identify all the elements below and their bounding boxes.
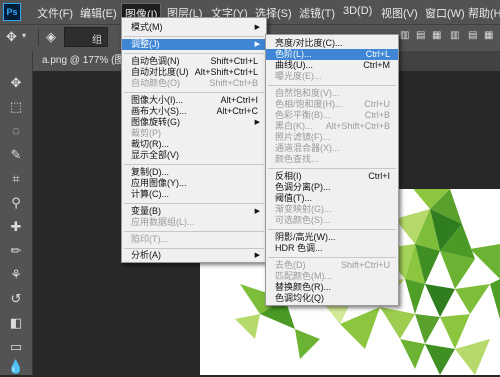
menu-item-crop[interactable]: 裁剪(P) (122, 128, 266, 139)
menu-item-hue-saturation[interactable]: 色相/饱和度(H)... Ctrl+U (266, 99, 398, 110)
menu-item-color-lookup[interactable]: 颜色查找... (266, 154, 398, 165)
menu-item-black-white[interactable]: 黑白(K)... Alt+Shift+Ctrl+B (266, 121, 398, 132)
divider (38, 28, 39, 46)
menu-view[interactable]: 视图(V) (381, 5, 418, 21)
distribute-icon[interactable]: ▤ (468, 30, 477, 41)
menu-item-image-size[interactable]: 图像大小(I)... Alt+Ctrl+I (122, 95, 266, 106)
crop-tool-icon[interactable]: ⌗ (6, 169, 26, 189)
menu-item-shadows-highlights[interactable]: 阴影/高光(W)... (266, 232, 398, 243)
tools-panel: ✥ ⬚ ◌ ✎ ⌗ ⚲ ✚ ✏ ⚘ ↺ ◧ ▭ 💧 (0, 51, 33, 375)
menu-help[interactable]: 帮助(H) (468, 5, 500, 21)
group-label: 组 (92, 35, 102, 46)
distribute-icon[interactable]: ▥ (450, 30, 459, 41)
menu-item-equalize[interactable]: 色调均化(Q) (266, 293, 398, 304)
menu-item-calculations[interactable]: 计算(C)... (122, 189, 266, 200)
submenu-arrow-icon: ▶ (254, 41, 260, 48)
menu-item-levels[interactable]: 色阶(L)... Ctrl+L (266, 49, 398, 60)
menu-item-apply-image[interactable]: 应用图像(Y)... (122, 178, 266, 189)
menu-item-duplicate[interactable]: 复制(D)... (122, 167, 266, 178)
chevron-down-icon[interactable]: ▾ (22, 31, 26, 40)
menu-divider (268, 85, 396, 86)
menu-item-trim[interactable]: 裁切(R)... (122, 139, 266, 150)
menu-3d[interactable]: 3D(D) (343, 5, 372, 17)
clone-stamp-tool-icon[interactable]: ⚘ (6, 265, 26, 285)
menu-divider (124, 164, 264, 165)
move-icon[interactable]: ✥ (6, 29, 17, 45)
menu-item-variables[interactable]: 变量(B) ▶ (122, 206, 266, 217)
menu-item-brightness-contrast[interactable]: 亮度/对比度(C)... (266, 38, 398, 49)
menu-item-trap[interactable]: 陷印(T)... (122, 234, 266, 245)
menu-divider (124, 203, 264, 204)
menu-item-photo-filter[interactable]: 照片滤镜(F)... (266, 132, 398, 143)
menu-divider (124, 248, 264, 249)
menu-divider (268, 229, 396, 230)
submenu-arrow-icon: ▶ (254, 119, 260, 126)
menu-item-vibrance[interactable]: 自然饱和度(V)... (266, 88, 398, 99)
menu-window[interactable]: 窗口(W) (425, 5, 465, 21)
eraser-tool-icon[interactable]: ◧ (6, 313, 26, 333)
layers-icon[interactable]: ◈ (46, 29, 56, 45)
menu-filter[interactable]: 滤镜(T) (299, 5, 335, 21)
menu-item-posterize[interactable]: 色调分离(P)... (266, 182, 398, 193)
distribute-icon[interactable]: ▦ (484, 30, 493, 41)
brush-tool-icon[interactable]: ✏ (6, 241, 26, 261)
menu-divider (124, 92, 264, 93)
menu-item-channel-mixer[interactable]: 通道混合器(X)... (266, 143, 398, 154)
menu-item-invert[interactable]: 反相(I) Ctrl+I (266, 171, 398, 182)
menu-item-hdr-toning[interactable]: HDR 色调... (266, 243, 398, 254)
eyedropper-tool-icon[interactable]: ⚲ (6, 193, 26, 213)
healing-brush-tool-icon[interactable]: ✚ (6, 217, 26, 237)
gradient-tool-icon[interactable]: ▭ (6, 337, 26, 357)
document-tab[interactable]: a.png @ 177% (图层 (32, 51, 132, 71)
menu-item-image-rotation[interactable]: 图像旋转(G) ▶ (122, 117, 266, 128)
menu-item-auto-contrast[interactable]: 自动对比度(U) Alt+Shift+Ctrl+L (122, 67, 266, 78)
distribute-icon[interactable]: ▦ (432, 30, 441, 41)
menu-item-gradient-map[interactable]: 渐变映射(G)... (266, 204, 398, 215)
submenu-arrow-icon: ▶ (254, 24, 260, 31)
menu-item-mode[interactable]: 模式(M) ▶ (122, 22, 266, 33)
menu-item-threshold[interactable]: 阈值(T)... (266, 193, 398, 204)
menu-item-selective-color[interactable]: 可选颜色(S)... (266, 215, 398, 226)
menu-item-exposure[interactable]: 曝光度(E)... (266, 71, 398, 82)
lasso-tool-icon[interactable]: ◌ (6, 121, 26, 141)
move-tool-icon[interactable]: ✥ (6, 73, 26, 93)
submenu-arrow-icon: ▶ (254, 208, 260, 215)
menu-item-replace-color[interactable]: 替换颜色(R)... (266, 282, 398, 293)
menu-item-desaturate[interactable]: 去色(D) Shift+Ctrl+U (266, 260, 398, 271)
menu-item-analysis[interactable]: 分析(A) ▶ (122, 250, 266, 261)
submenu-arrow-icon: ▶ (254, 252, 260, 259)
menu-divider (268, 168, 396, 169)
menu-file[interactable]: 文件(F) (37, 5, 73, 21)
menu-item-auto-color[interactable]: 自动颜色(O) Shift+Ctrl+B (122, 78, 266, 89)
quick-select-tool-icon[interactable]: ✎ (6, 145, 26, 165)
history-brush-tool-icon[interactable]: ↺ (6, 289, 26, 309)
menu-item-canvas-size[interactable]: 画布大小(S)... Alt+Ctrl+C (122, 106, 266, 117)
photoshop-logo: Ps (3, 3, 21, 21)
align-icon[interactable]: ▥ (400, 30, 409, 41)
adjustments-submenu: 亮度/对比度(C)... 色阶(L)... Ctrl+L 曲线(U)... Ctrl… (265, 34, 399, 306)
menu-item-color-balance[interactable]: 色彩平衡(B)... Ctrl+B (266, 110, 398, 121)
image-menu: 模式(M) ▶ 调整(J) ▶ 自动色调(N) Shift+Ctrl+L 自动对比度(… (121, 17, 267, 263)
menu-item-curves[interactable]: 曲线(U)... Ctrl+M (266, 60, 398, 71)
menu-item-adjustments[interactable]: 调整(J) ▶ (122, 39, 266, 50)
menu-divider (124, 231, 264, 232)
menu-divider (124, 53, 264, 54)
align-icon[interactable]: ▤ (416, 30, 425, 41)
menu-edit[interactable]: 编辑(E) (80, 5, 117, 21)
menu-divider (268, 257, 396, 258)
menu-divider (124, 36, 264, 37)
menu-item-apply-data-set[interactable]: 应用数据组(L)... (122, 217, 266, 228)
marquee-tool-icon[interactable]: ⬚ (6, 97, 26, 117)
blur-tool-icon[interactable]: 💧 (6, 357, 26, 377)
menu-item-match-color[interactable]: 匹配颜色(M)... (266, 271, 398, 282)
menu-item-reveal-all[interactable]: 显示全部(V) (122, 150, 266, 161)
menu-item-auto-tone[interactable]: 自动色调(N) Shift+Ctrl+L (122, 56, 266, 67)
